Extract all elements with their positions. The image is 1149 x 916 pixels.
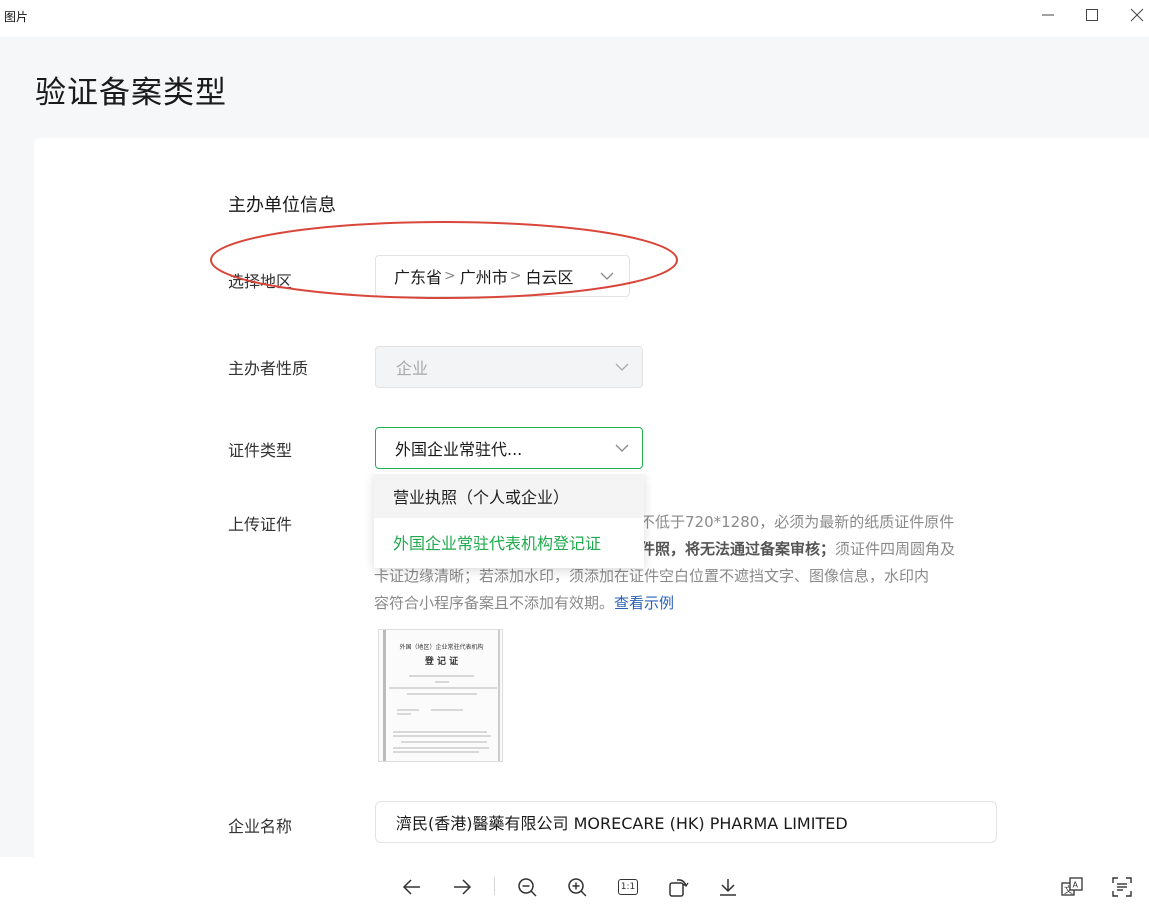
hint-text: 容符合小程序备案且不添加有效期。 xyxy=(374,594,615,612)
dropdown-option[interactable]: 营业执照（个人或企业） xyxy=(374,474,644,518)
rotate-button[interactable] xyxy=(664,873,692,901)
sample-text-lines xyxy=(389,675,497,753)
sample-certificate-image: 外国（地区）企业常驻代表机构 登 记 证 xyxy=(378,629,503,762)
nature-label: 主办者性质 xyxy=(228,359,309,378)
ocr-text-icon xyxy=(1112,877,1132,897)
actual-size-icon: 1:1 xyxy=(618,879,638,895)
annotation-ellipse xyxy=(210,221,678,299)
company-name-input[interactable]: 濟民(香港)醫藥有限公司 MORECARE (HK) PHARMA LIMITE… xyxy=(375,801,997,843)
zoom-out-button[interactable] xyxy=(513,873,541,901)
upload-label: 上传证件 xyxy=(228,515,293,534)
close-button[interactable] xyxy=(1122,4,1149,26)
zoom-in-icon xyxy=(568,878,587,897)
dropdown-option-selected[interactable]: 外国企业常驻代表机构登记证 xyxy=(374,520,644,564)
next-button[interactable] xyxy=(448,873,476,901)
close-icon xyxy=(1130,8,1144,22)
section-title: 主办单位信息 xyxy=(228,195,336,216)
hint-text: 须证件四周圆角及 xyxy=(835,540,956,558)
nature-value: 企业 xyxy=(396,359,429,378)
title-bar: 图片 xyxy=(0,0,1149,36)
page-title: 验证备案类型 xyxy=(35,75,227,111)
cert-type-select[interactable]: 外国企业常驻代... xyxy=(375,427,643,469)
zoom-in-button[interactable] xyxy=(563,873,591,901)
chevron-down-icon xyxy=(615,363,629,371)
company-label: 企业名称 xyxy=(228,817,293,836)
download-button[interactable] xyxy=(714,873,742,901)
view-example-link[interactable]: 查看示例 xyxy=(614,594,674,612)
toolbar-divider xyxy=(494,877,495,895)
hint-bold: 件照，将无法通过备案审核； xyxy=(640,540,836,558)
company-name-value: 濟民(香港)醫藥有限公司 MORECARE (HK) PHARMA LIMITE… xyxy=(396,814,848,833)
svg-text:A: A xyxy=(1073,881,1079,890)
translate-icon: 文A xyxy=(1061,877,1083,896)
rotate-icon xyxy=(669,879,689,897)
hint-line: 容符合小程序备案且不添加有效期。查看示例 xyxy=(374,590,1002,617)
arrow-left-icon xyxy=(402,879,420,895)
download-icon xyxy=(720,879,736,896)
minimize-icon xyxy=(1042,14,1054,16)
translate-button[interactable]: 文A xyxy=(1058,873,1086,901)
minimize-button[interactable] xyxy=(1033,4,1063,26)
nature-select: 企业 xyxy=(375,346,643,388)
previous-button[interactable] xyxy=(398,873,426,901)
cert-type-dropdown: 营业执照（个人或企业） 外国企业常驻代表机构登记证 xyxy=(374,472,644,568)
maximize-icon xyxy=(1086,9,1098,21)
viewer-toolbar: 1:1 文A xyxy=(0,857,1149,916)
arrow-right-icon xyxy=(454,879,472,895)
chevron-down-icon xyxy=(615,444,629,452)
actual-size-label: 1:1 xyxy=(620,882,636,892)
cert-type-label: 证件类型 xyxy=(228,441,293,460)
app-title: 图片 xyxy=(4,10,29,24)
zoom-out-icon xyxy=(518,878,537,897)
actual-size-button[interactable]: 1:1 xyxy=(614,873,642,901)
cert-type-value: 外国企业常驻代... xyxy=(395,440,523,459)
ocr-text-button[interactable] xyxy=(1108,873,1136,901)
maximize-button[interactable] xyxy=(1077,4,1107,26)
